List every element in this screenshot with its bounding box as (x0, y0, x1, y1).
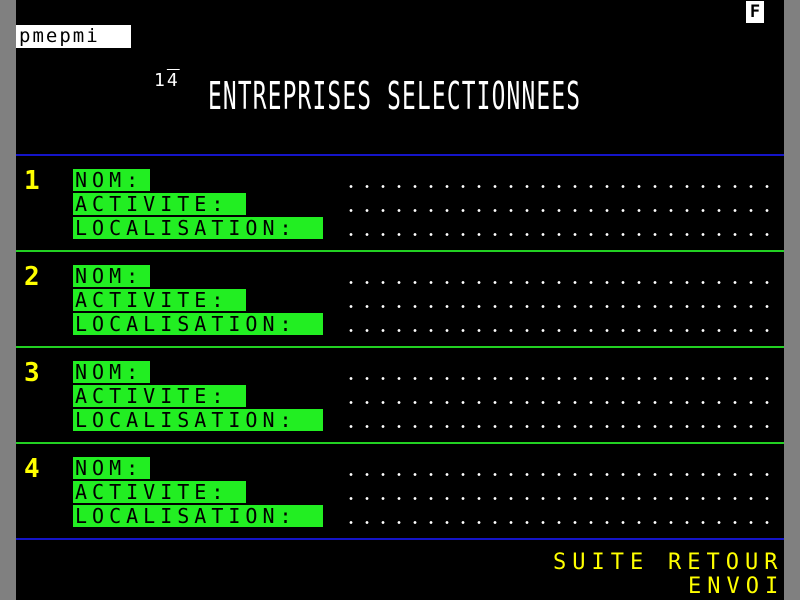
activite-value-placeholder (343, 401, 775, 404)
nom-value-placeholder (343, 281, 775, 284)
activite-label: ACTIVITE: (73, 289, 246, 311)
activite-value-placeholder (343, 305, 775, 308)
localisation-value-placeholder (343, 521, 775, 524)
page-title: ENTREPRISES SELECTIONNEES (208, 74, 582, 118)
nom-label: NOM: (73, 265, 150, 287)
nom-label: NOM: (73, 361, 150, 383)
entry-number: 3 (24, 358, 40, 388)
localisation-label: LOCALISATION: (73, 505, 323, 527)
localisation-value-placeholder (343, 425, 775, 428)
nom-value-placeholder (343, 185, 775, 188)
service-name: pmepmi (16, 25, 131, 48)
entry-number: 2 (24, 262, 40, 292)
separator (16, 250, 784, 252)
entry-number: 1 (24, 166, 40, 196)
company-entry-3: 3 NOM: ACTIVITE: LOCALISATION: (16, 358, 784, 441)
status-indicator: F (746, 1, 764, 23)
nom-label: NOM: (73, 457, 150, 479)
nom-label: NOM: (73, 169, 150, 191)
company-entry-4: 4 NOM: ACTIVITE: LOCALISATION: (16, 454, 784, 537)
company-entry-1: 1 NOM: ACTIVITE: LOCALISATION: (16, 166, 784, 249)
page-number: 14 (154, 70, 180, 91)
activite-label: ACTIVITE: (73, 385, 246, 407)
activite-label: ACTIVITE: (73, 193, 246, 215)
activite-value-placeholder (343, 209, 775, 212)
envoi-key[interactable]: ENVOI (688, 575, 784, 599)
page-number-overbar: 4 (166, 70, 180, 91)
nom-value-placeholder (343, 377, 775, 380)
entry-number: 4 (24, 454, 40, 484)
localisation-label: LOCALISATION: (73, 217, 323, 239)
separator (16, 346, 784, 348)
retour-key[interactable]: RETOUR (668, 551, 783, 575)
localisation-label: LOCALISATION: (73, 409, 323, 431)
page-number-prefix: 1 (154, 70, 167, 91)
localisation-value-placeholder (343, 329, 775, 332)
separator-bottom (16, 538, 784, 540)
company-entry-2: 2 NOM: ACTIVITE: LOCALISATION: (16, 262, 784, 345)
localisation-value-placeholder (343, 233, 775, 236)
suite-key[interactable]: SUITE (553, 551, 649, 575)
activite-label: ACTIVITE: (73, 481, 246, 503)
separator (16, 442, 784, 444)
activite-value-placeholder (343, 497, 775, 500)
nom-value-placeholder (343, 473, 775, 476)
separator-top (16, 154, 784, 156)
minitel-screen: F pmepmi 14 ENTREPRISES SELECTIONNEES 1 … (16, 0, 784, 600)
localisation-label: LOCALISATION: (73, 313, 323, 335)
